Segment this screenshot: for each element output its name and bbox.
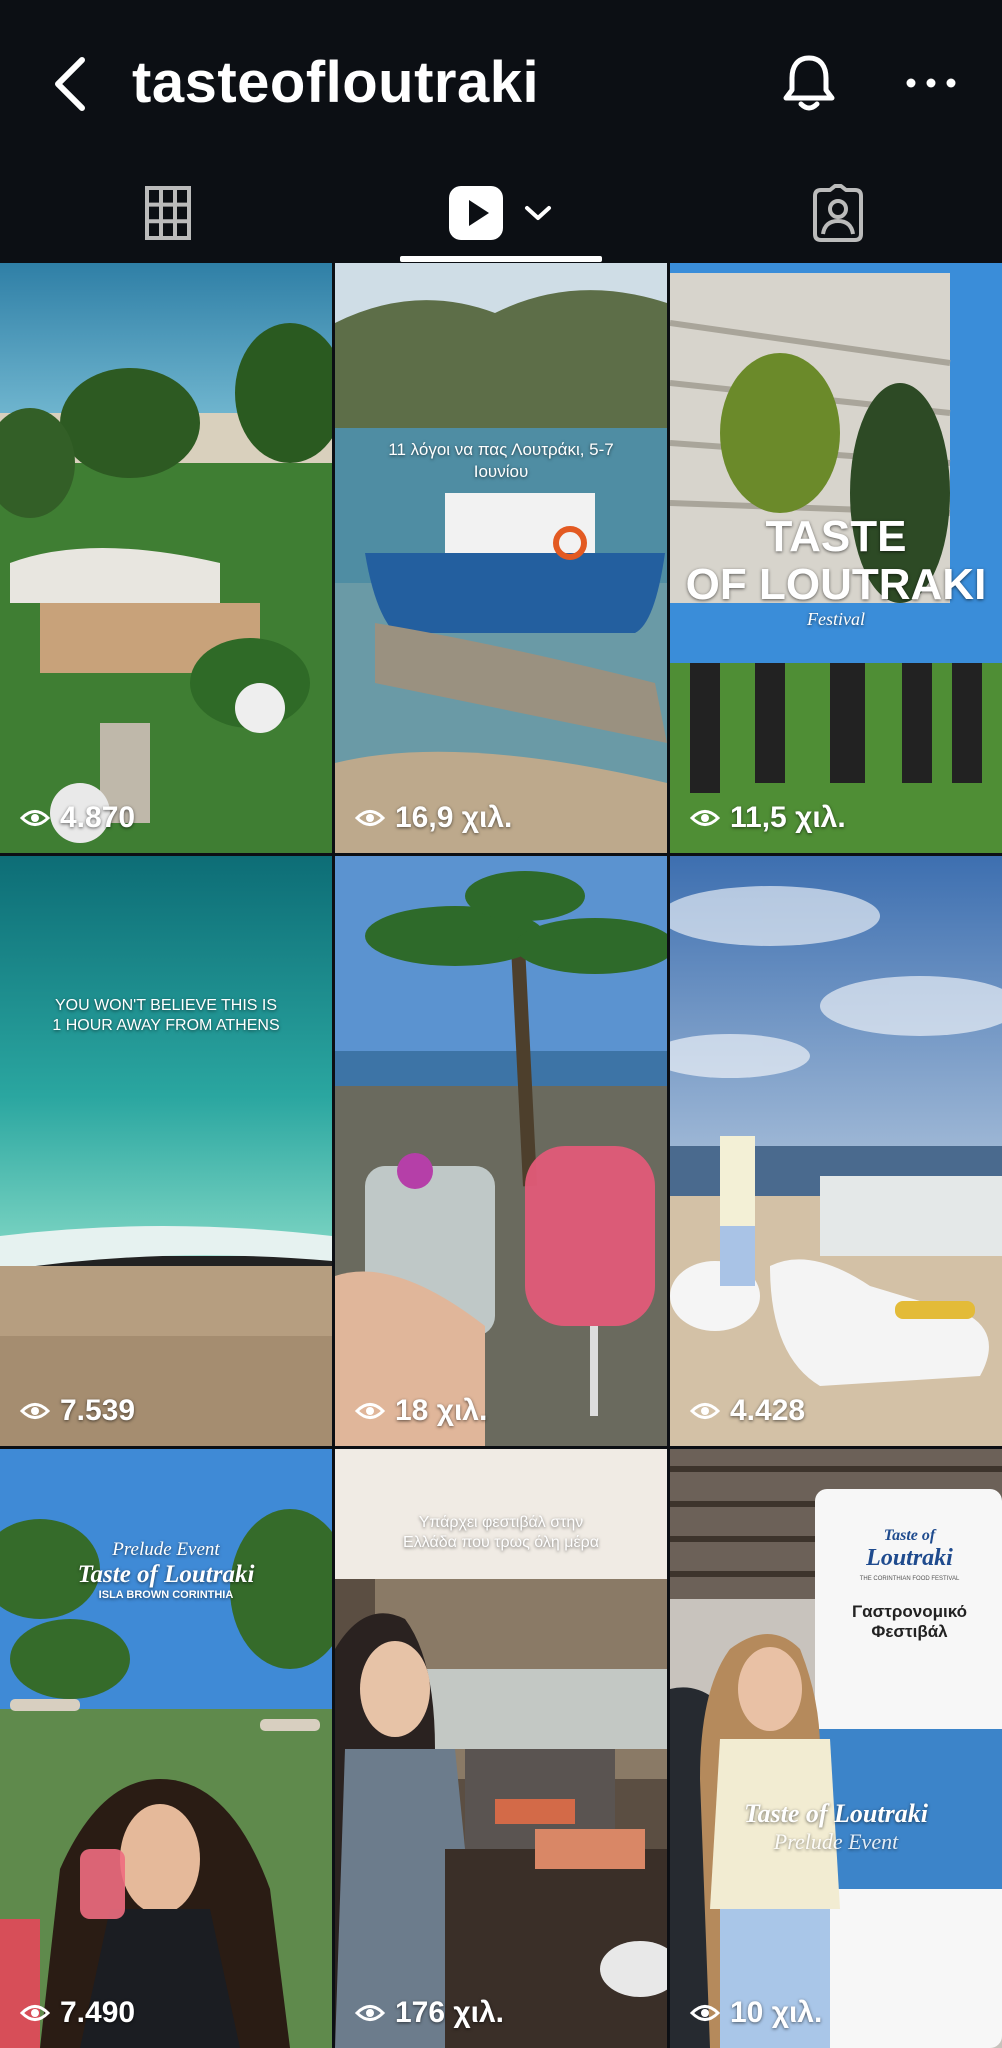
view-count: 10 χιλ. [690,1996,822,2030]
view-count: 4.428 [690,1394,805,1428]
view-count: 7.490 [20,1996,135,2030]
eye-icon [20,810,50,826]
eye-icon [20,1403,50,1419]
reel-thumbnail [670,856,1002,1446]
eye-icon [690,2005,720,2021]
eye-icon [20,2005,50,2021]
reel-tile-4[interactable]: YOU WON'T BELIEVE THIS IS 1 HOUR AWAY FR… [0,856,332,1446]
reel-title-overlay: Prelude Event Taste of Loutraki ISLA BRO… [77,1539,255,1601]
back-chevron-icon [55,57,85,111]
reel-tile-5[interactable]: 18 χιλ. [335,856,667,1446]
tab-reels[interactable] [400,160,600,265]
more-options-button[interactable] [900,62,962,104]
eye-icon [355,2005,385,2021]
eye-icon [690,810,720,826]
reel-caption-overlay: 11 λόγοι να πας Λουτράκι, 5-7 Ιουνίου [388,440,614,481]
reel-thumbnail [0,263,332,853]
reels-grid: 4.870 11 λόγοι να πας Λουτράκι, 5-7 Ιουν… [0,263,1002,2048]
reel-title-overlay: Taste of Loutraki Prelude Event [744,1799,928,1854]
eye-icon [355,1403,385,1419]
eye-icon [690,1403,720,1419]
chevron-down-icon [525,205,551,220]
reel-tile-2[interactable]: 11 λόγοι να πας Λουτράκι, 5-7 Ιουνίου 16… [335,263,667,853]
view-count: 176 χιλ. [355,1996,504,2030]
reel-tile-8[interactable]: Υπάρχει φεστιβάλ στην Ελλάδα που τρως όλ… [335,1449,667,2048]
tagged-person-icon [812,183,863,242]
reels-play-icon [449,185,503,240]
reel-tile-7[interactable]: Prelude Event Taste of Loutraki ISLA BRO… [0,1449,332,2048]
profile-tabs [0,160,1002,265]
reel-caption-overlay: YOU WON'T BELIEVE THIS IS 1 HOUR AWAY FR… [52,997,280,1034]
bell-icon [783,55,835,111]
back-button[interactable] [48,52,98,116]
reel-tile-1[interactable]: 4.870 [0,263,332,853]
notifications-button[interactable] [780,52,838,114]
eye-icon [355,810,385,826]
more-dots-icon [906,78,956,88]
tab-grid[interactable] [100,160,235,265]
view-count: 11,5 χιλ. [690,801,846,835]
reel-tile-9[interactable]: Taste of Loutraki THE CORINTHIAN FOOD FE… [670,1449,1002,2048]
reel-thumbnail [335,263,667,853]
reel-caption-overlay: Υπάρχει φεστιβάλ στην Ελλάδα που τρως όλ… [403,1514,599,1551]
reel-tile-3[interactable]: TASTE OF LOUTRAKI Festival 11,5 χιλ. [670,263,1002,853]
view-count: 18 χιλ. [355,1394,487,1428]
view-count: 7.539 [20,1394,135,1428]
reel-title-overlay: TASTE OF LOUTRAKI Festival [685,512,987,630]
tab-tagged[interactable] [770,160,905,265]
reel-thumbnail [0,856,332,1446]
grid-icon [144,185,191,240]
reel-tile-6[interactable]: 4.428 [670,856,1002,1446]
event-banner: Taste of Loutraki THE CORINTHIAN FOOD FE… [851,1527,968,1641]
active-tab-indicator [400,256,602,262]
view-count: 16,9 χιλ. [355,801,512,835]
profile-username: tasteofloutraki [132,50,540,115]
view-count: 4.870 [20,801,135,835]
reel-thumbnail [335,856,667,1446]
